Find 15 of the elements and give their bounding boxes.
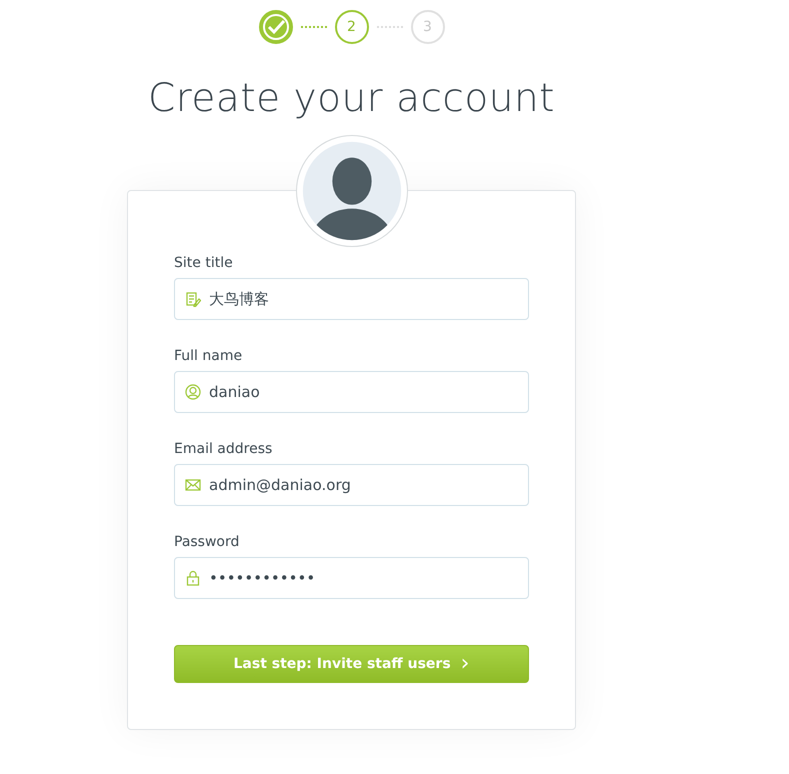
step-indicator: 2: [334, 10, 368, 44]
field-label: Site title: [174, 255, 234, 271]
envelope-icon: [185, 477, 201, 493]
chevron-icon: ›: [460, 653, 470, 675]
field-label: Email address: [174, 441, 274, 457]
lock-icon: [185, 570, 201, 586]
page-title: Create your account: [148, 76, 555, 123]
field-label: Password: [174, 534, 240, 550]
edit-icon: [185, 291, 201, 307]
input-field[interactable]: daniao: [174, 371, 529, 413]
input-field[interactable]: admin@daniao.org: [174, 464, 529, 506]
input-field[interactable]: 大鸟博客: [174, 278, 529, 320]
input-field[interactable]: ••••••••••••: [174, 557, 529, 599]
user-icon: [185, 384, 201, 400]
field-label: Full name: [174, 348, 244, 364]
